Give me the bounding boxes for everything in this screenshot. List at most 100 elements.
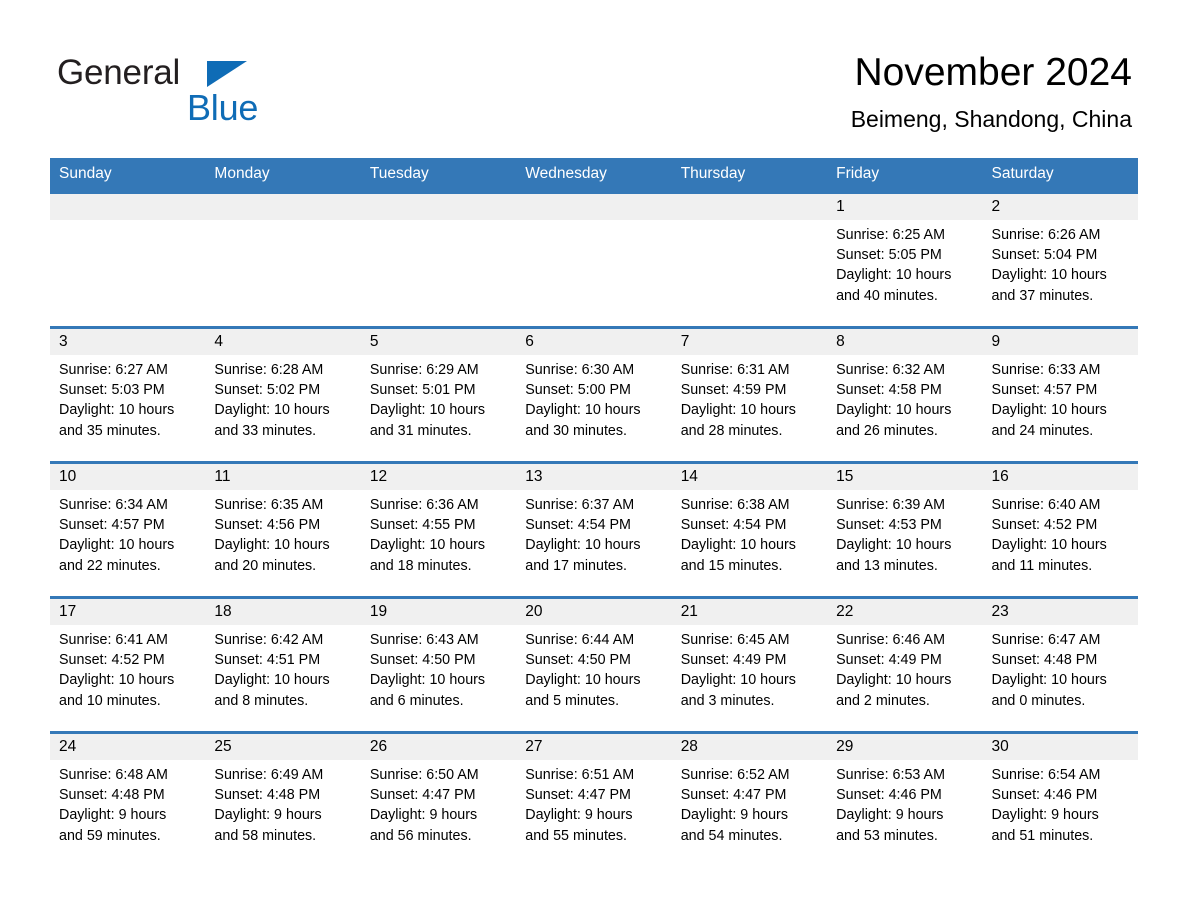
day-cell-inner: 8 Sunrise: 6:32 AM Sunset: 4:58 PM Daylight… [827,329,983,461]
day-number: 25 [205,734,361,760]
calendar-day-cell[interactable]: 4 Sunrise: 6:28 AM Sunset: 5:02 PM Daylight… [205,326,361,463]
day-details: Sunrise: 6:53 AM Sunset: 4:46 PM Daylight:… [827,760,982,846]
calendar-day-cell-empty [50,191,206,328]
calendar-day-cell[interactable]: 30 Sunrise: 6:54 AM Sunset: 4:46 PM Dayligh… [982,731,1138,866]
sunset-time: Sunset: 4:57 PM [991,382,1098,399]
daylight-duration-line2: and 5 minutes. [525,692,620,709]
daylight-duration-line1: Daylight: 10 hours [680,402,796,419]
calendar-day-cell[interactable]: 13 Sunrise: 6:37 AM Sunset: 4:54 PM Dayligh… [516,461,672,598]
daylight-duration-line1: Daylight: 10 hours [836,672,952,689]
sunrise-time: Sunrise: 6:50 AM [369,767,479,783]
calendar-day-cell[interactable]: 8 Sunrise: 6:32 AM Sunset: 4:58 PM Daylight… [827,326,983,463]
calendar-day-cell[interactable]: 21 Sunrise: 6:45 AM Sunset: 4:49 PM Dayligh… [671,596,828,733]
sunrise-time: Sunrise: 6:53 AM [836,767,945,783]
sunrise-time: Sunrise: 6:26 AM [991,227,1101,243]
calendar-day-cell[interactable]: 29 Sunrise: 6:53 AM Sunset: 4:46 PM Dayligh… [827,731,983,866]
day-details: Sunrise: 6:26 AM Sunset: 5:04 PM Daylight:… [983,220,1138,306]
day-number: 30 [982,734,1138,760]
day-cell-inner: 21 Sunrise: 6:45 AM Sunset: 4:49 PM Dayligh… [671,599,828,731]
calendar-day-cell[interactable]: 2 Sunrise: 6:26 AM Sunset: 5:04 PM Daylight… [982,191,1138,328]
calendar-day-cell-empty [516,191,672,328]
sunset-time: Sunset: 4:59 PM [680,382,787,399]
calendar-day-cell[interactable]: 25 Sunrise: 6:49 AM Sunset: 4:48 PM Dayligh… [205,731,361,866]
daylight-duration-line2: and 56 minutes. [369,827,472,844]
daylight-duration-line2: and 13 minutes. [836,557,938,574]
sunset-time: Sunset: 4:58 PM [836,382,942,399]
calendar-day-cell[interactable]: 28 Sunrise: 6:52 AM Sunset: 4:47 PM Dayligh… [671,731,828,866]
calendar-day-cell[interactable]: 9 Sunrise: 6:33 AM Sunset: 4:57 PM Daylight… [982,326,1138,463]
day-number: 4 [205,329,361,355]
sunrise-time: Sunrise: 6:52 AM [680,767,790,783]
calendar-day-cell[interactable]: 14 Sunrise: 6:38 AM Sunset: 4:54 PM Dayligh… [671,461,828,598]
calendar-day-cell[interactable]: 16 Sunrise: 6:40 AM Sunset: 4:52 PM Dayligh… [982,461,1138,598]
day-details: Sunrise: 6:27 AM Sunset: 5:03 PM Daylight:… [50,355,205,441]
daylight-duration-line1: Daylight: 10 hours [59,402,175,419]
daylight-duration-line1: Daylight: 10 hours [991,672,1107,689]
day-number: 21 [671,599,828,625]
calendar-day-cell[interactable]: 7 Sunrise: 6:31 AM Sunset: 4:59 PM Daylight… [671,326,828,463]
day-cell-inner: 30 Sunrise: 6:54 AM Sunset: 4:46 PM Dayligh… [982,734,1138,866]
sunset-time: Sunset: 4:54 PM [525,517,631,534]
calendar-day-cell[interactable]: 22 Sunrise: 6:46 AM Sunset: 4:49 PM Dayligh… [827,596,983,733]
calendar-day-cell-empty [671,191,828,328]
sunrise-time: Sunrise: 6:35 AM [214,497,324,513]
weekday-header-row: Sunday Monday Tuesday Wednesday Thursday… [50,158,1138,193]
calendar-day-cell[interactable]: 11 Sunrise: 6:35 AM Sunset: 4:56 PM Dayligh… [205,461,361,598]
daylight-duration-line1: Daylight: 9 hours [214,807,322,824]
calendar-day-cell[interactable]: 18 Sunrise: 6:42 AM Sunset: 4:51 PM Dayligh… [205,596,361,733]
daylight-duration-line2: and 17 minutes. [525,557,627,574]
calendar-day-cell[interactable]: 23 Sunrise: 6:47 AM Sunset: 4:48 PM Dayligh… [982,596,1138,733]
sunset-time: Sunset: 4:47 PM [525,787,631,804]
calendar-day-cell[interactable]: 17 Sunrise: 6:41 AM Sunset: 4:52 PM Dayligh… [50,596,206,733]
brand-name-blue: Blue [187,87,259,128]
calendar-day-cell-empty [205,191,361,328]
sunset-time: Sunset: 4:46 PM [836,787,942,804]
daylight-duration-line1: Daylight: 10 hours [836,402,952,419]
day-details: Sunrise: 6:47 AM Sunset: 4:48 PM Daylight:… [983,625,1138,711]
calendar-day-cell[interactable]: 12 Sunrise: 6:36 AM Sunset: 4:55 PM Dayligh… [360,461,517,598]
calendar-day-cell[interactable]: 6 Sunrise: 6:30 AM Sunset: 5:00 PM Daylight… [516,326,672,463]
day-cell-inner: 26 Sunrise: 6:50 AM Sunset: 4:47 PM Dayligh… [360,734,517,866]
day-cell-inner [516,194,672,326]
daylight-duration-line1: Daylight: 9 hours [836,807,944,824]
brand-logo[interactable]: General Blue [57,54,377,134]
day-cell-inner: 24 Sunrise: 6:48 AM Sunset: 4:48 PM Dayligh… [50,734,206,866]
day-number: 24 [50,734,206,760]
calendar-day-cell[interactable]: 1 Sunrise: 6:25 AM Sunset: 5:05 PM Daylight… [827,191,983,328]
sunrise-time: Sunrise: 6:44 AM [525,632,635,648]
calendar-day-cell[interactable]: 26 Sunrise: 6:50 AM Sunset: 4:47 PM Dayligh… [360,731,517,866]
daylight-duration-line1: Daylight: 10 hours [214,402,330,419]
daylight-duration-line1: Daylight: 10 hours [369,402,486,419]
calendar-day-cell[interactable]: 15 Sunrise: 6:39 AM Sunset: 4:53 PM Dayligh… [827,461,983,598]
day-details: Sunrise: 6:33 AM Sunset: 4:57 PM Daylight:… [983,355,1138,441]
calendar-day-cell[interactable]: 5 Sunrise: 6:29 AM Sunset: 5:01 PM Daylight… [360,326,517,463]
sunset-time: Sunset: 5:05 PM [836,247,942,264]
calendar-day-cell[interactable]: 19 Sunrise: 6:43 AM Sunset: 4:50 PM Dayligh… [360,596,517,733]
daylight-duration-line1: Daylight: 10 hours [214,672,330,689]
day-details: Sunrise: 6:35 AM Sunset: 4:56 PM Daylight:… [205,490,360,576]
weekday-header-wednesday: Wednesday [516,158,672,193]
day-details: Sunrise: 6:40 AM Sunset: 4:52 PM Daylight:… [983,490,1138,576]
day-number: 13 [516,464,672,490]
calendar-week-row: 24 Sunrise: 6:48 AM Sunset: 4:48 PM Dayligh… [50,731,1138,866]
calendar-day-cell[interactable]: 24 Sunrise: 6:48 AM Sunset: 4:48 PM Dayligh… [50,731,206,866]
sunrise-time: Sunrise: 6:51 AM [525,767,635,783]
calendar-page: General Blue November 2024 Beimeng, Shan… [0,0,1188,918]
sunrise-time: Sunrise: 6:32 AM [836,362,945,378]
calendar-day-cell[interactable]: 3 Sunrise: 6:27 AM Sunset: 5:03 PM Daylight… [50,326,206,463]
day-details: Sunrise: 6:45 AM Sunset: 4:49 PM Daylight:… [672,625,827,711]
calendar-day-cell[interactable]: 27 Sunrise: 6:51 AM Sunset: 4:47 PM Dayligh… [516,731,672,866]
sunrise-time: Sunrise: 6:45 AM [680,632,790,648]
calendar-day-cell[interactable]: 10 Sunrise: 6:34 AM Sunset: 4:57 PM Dayligh… [50,461,206,598]
day-number: 2 [982,194,1138,220]
daylight-duration-line2: and 28 minutes. [680,422,783,439]
daylight-duration-line1: Daylight: 9 hours [991,807,1099,824]
day-number: 1 [827,194,983,220]
sunrise-time: Sunrise: 6:27 AM [59,362,168,378]
day-cell-inner: 20 Sunrise: 6:44 AM Sunset: 4:50 PM Dayligh… [516,599,672,731]
daylight-duration-line2: and 24 minutes. [991,422,1094,439]
daylight-duration-line1: Daylight: 10 hours [59,537,175,554]
sunrise-time: Sunrise: 6:42 AM [214,632,324,648]
calendar-day-cell[interactable]: 20 Sunrise: 6:44 AM Sunset: 4:50 PM Dayligh… [516,596,672,733]
day-details: Sunrise: 6:41 AM Sunset: 4:52 PM Daylight:… [50,625,205,711]
